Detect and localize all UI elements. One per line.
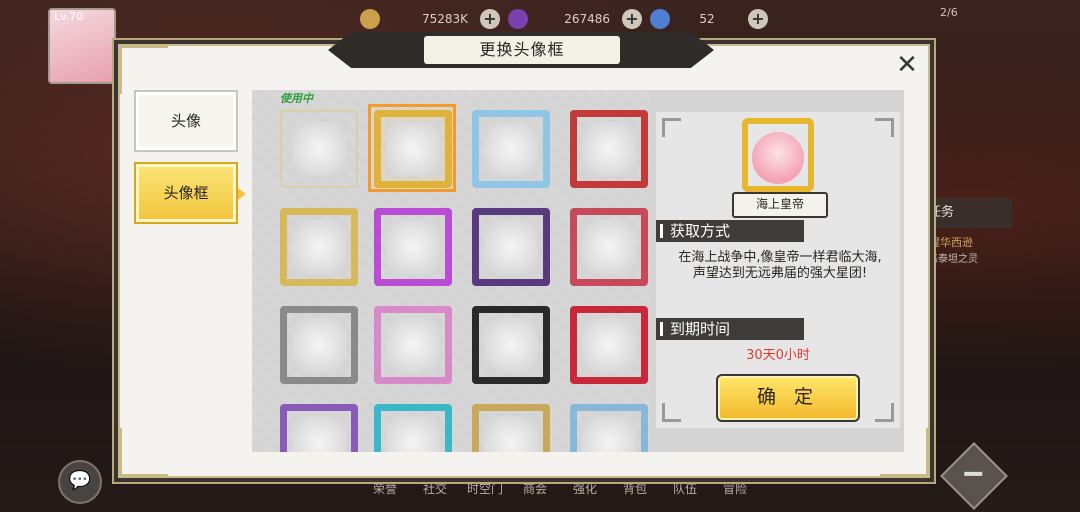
frame-item[interactable] [570, 404, 648, 452]
energy-amount: 52 [699, 12, 715, 26]
frame-border [374, 110, 452, 188]
frame-item[interactable] [374, 306, 452, 384]
frame-item[interactable] [280, 110, 358, 188]
frame-item[interactable] [280, 208, 358, 286]
tab-avatar[interactable]: 头像 [134, 90, 238, 152]
frame-border [280, 306, 358, 384]
frame-grid[interactable]: 使用中 [252, 90, 650, 452]
acquire-description: 在海上战争中,像皇帝一样君临大海,声望达到无远弗届的强大星团! [678, 250, 882, 281]
frame-border [472, 306, 550, 384]
frame-item[interactable] [374, 404, 452, 452]
frame-item[interactable] [472, 208, 550, 286]
add-energy-button[interactable]: + [748, 9, 768, 29]
corner-deco-icon [875, 403, 894, 422]
chat-icon[interactable]: 💬 [58, 460, 102, 504]
close-icon[interactable]: ✕ [892, 50, 922, 80]
nav-guild[interactable]: 商会 [510, 480, 560, 497]
gold-currency: 75283K + [360, 8, 500, 30]
minus-icon [964, 471, 983, 476]
frame-item[interactable] [374, 208, 452, 286]
frame-border [472, 404, 550, 452]
in-use-badge: 使用中 [280, 92, 313, 105]
nav-portal[interactable]: 时空门 [460, 480, 510, 497]
frame-border [570, 208, 648, 286]
player-level: Lv.70 [54, 10, 84, 23]
frame-preview-border [742, 118, 814, 192]
change-frame-dialog: 更换头像框 ✕ 头像 头像框 使用中 海上皇帝 获取方式 在海上战争中,像皇帝一… [118, 32, 930, 478]
nav-honor[interactable]: 荣誉 [360, 480, 410, 497]
frame-item[interactable] [472, 110, 550, 188]
add-gem-button[interactable]: + [622, 9, 642, 29]
expire-heading: 到期时间 [656, 318, 804, 340]
frame-item[interactable] [570, 208, 648, 286]
tab-pointer-icon [238, 188, 246, 200]
nav-adventure[interactable]: 冒险 [710, 480, 760, 497]
corner-deco-icon [875, 118, 894, 137]
frame-border [280, 404, 358, 452]
frame-border [472, 208, 550, 286]
frame-border [570, 110, 648, 188]
energy-icon [650, 9, 670, 29]
expire-value: 30天0小时 [746, 348, 810, 363]
frame-border [280, 208, 358, 286]
gem-currency: 267486 + [508, 8, 642, 30]
frame-item[interactable] [570, 306, 648, 384]
gold-coin-icon [360, 9, 380, 29]
nav-team[interactable]: 队伍 [660, 480, 710, 497]
frame-item[interactable] [280, 404, 358, 452]
frame-border [374, 404, 452, 452]
add-gold-button[interactable]: + [480, 9, 500, 29]
frame-item[interactable] [472, 306, 550, 384]
frame-border [374, 208, 452, 286]
frame-item[interactable] [472, 404, 550, 452]
gem-icon [508, 9, 528, 29]
frame-item[interactable] [280, 306, 358, 384]
bottom-nav: 荣誉 社交 时空门 商会 强化 背包 队伍 冒险 [360, 480, 760, 497]
corner-deco-icon [662, 118, 681, 137]
corner-deco-icon [662, 403, 681, 422]
quest-button[interactable]: 任务 [918, 198, 1012, 228]
frame-border [570, 306, 648, 384]
gold-amount: 75283K [421, 12, 468, 26]
frame-border [570, 404, 648, 452]
nav-social[interactable]: 社交 [410, 480, 460, 497]
confirm-button[interactable]: 确 定 [716, 374, 860, 422]
dialog-title: 更换头像框 [424, 36, 620, 64]
dialog-corner-deco [118, 44, 168, 94]
frame-preview [742, 118, 814, 192]
nav-enhance[interactable]: 强化 [560, 480, 610, 497]
dialog-corner-deco [118, 428, 168, 478]
frame-item[interactable] [368, 104, 456, 192]
frame-item[interactable] [570, 110, 648, 188]
acquire-heading: 获取方式 [656, 220, 804, 242]
frame-detail-panel: 海上皇帝 获取方式 在海上战争中,像皇帝一样君临大海,声望达到无远弗届的强大星团… [656, 112, 900, 428]
frame-name: 海上皇帝 [732, 192, 828, 218]
frame-border [374, 306, 452, 384]
nav-bag[interactable]: 背包 [610, 480, 660, 497]
frame-border [280, 110, 358, 188]
gem-amount: 267486 [564, 12, 610, 26]
corner-counter: 2/6 [940, 6, 958, 19]
frame-border [472, 110, 550, 188]
tab-avatar-frame[interactable]: 头像框 [134, 162, 238, 224]
frame-panel: 使用中 海上皇帝 获取方式 在海上战争中,像皇帝一样君临大海,声望达到无远弗届的… [252, 90, 904, 452]
energy-currency: 52 + [650, 8, 768, 30]
